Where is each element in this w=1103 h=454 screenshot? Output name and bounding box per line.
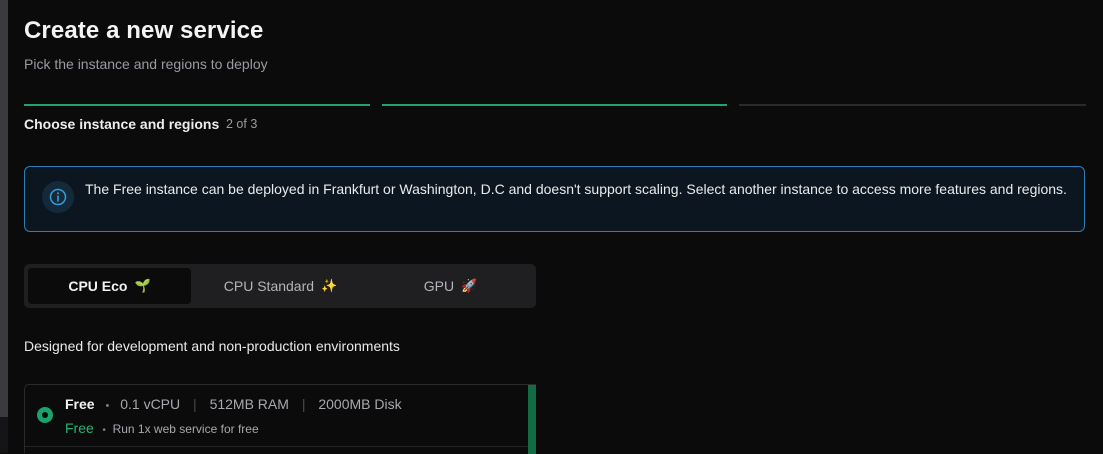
instance-type-tabs: CPU Eco 🌱 CPU Standard ✨ GPU 🚀 xyxy=(24,264,536,308)
page-subtitle: Pick the instance and regions to deploy xyxy=(24,56,268,72)
step-progress xyxy=(24,104,1086,107)
seedling-icon: 🌱 xyxy=(134,278,151,293)
plan-cpu: 0.1 vCPU xyxy=(120,396,181,412)
create-service-page: Create a new service Pick the instance a… xyxy=(24,0,1086,454)
page-title: Create a new service xyxy=(24,17,264,44)
plan-scroll-accent xyxy=(528,385,536,454)
tab-cpu-eco-label: CPU Eco xyxy=(68,278,128,294)
tab-cpu-standard[interactable]: CPU Standard ✨ xyxy=(199,268,362,304)
spec-divider: | xyxy=(301,396,306,412)
left-panel-edge-bottom xyxy=(0,417,8,453)
plan-option-free[interactable]: Free • 0.1 vCPU | 512MB RAM | 2000MB Dis… xyxy=(24,384,536,454)
step-count: 2 of 3 xyxy=(226,117,258,131)
card-divider xyxy=(25,446,528,447)
info-icon xyxy=(42,181,74,213)
plan-ram: 512MB RAM xyxy=(209,396,289,412)
step-heading: Choose instance and regions xyxy=(24,116,220,132)
bullet-separator: • xyxy=(102,425,106,436)
step-2-bar xyxy=(382,104,727,106)
plan-note: Run 1x web service for free xyxy=(112,422,259,436)
tab-cpu-eco[interactable]: CPU Eco 🌱 xyxy=(28,268,191,304)
category-description: Designed for development and non-product… xyxy=(24,338,400,354)
rocket-icon: 🚀 xyxy=(461,278,478,293)
plan-radio-selected[interactable] xyxy=(37,407,53,423)
bullet-separator: • xyxy=(105,400,110,412)
step-3-bar xyxy=(739,104,1086,106)
info-banner-text: The Free instance can be deployed in Fra… xyxy=(85,181,1067,197)
plan-pricing: Free • Run 1x web service for free xyxy=(65,420,259,436)
plan-name: Free xyxy=(65,396,95,412)
left-panel-edge xyxy=(0,0,8,417)
tab-gpu[interactable]: GPU 🚀 xyxy=(369,268,532,304)
sparkles-icon: ✨ xyxy=(321,278,338,293)
spec-divider: | xyxy=(193,396,197,412)
info-banner: The Free instance can be deployed in Fra… xyxy=(24,166,1085,232)
tab-gpu-label: GPU xyxy=(423,278,455,294)
plan-disk: 2000MB Disk xyxy=(318,396,402,412)
plan-specs: Free • 0.1 vCPU | 512MB RAM | 2000MB Dis… xyxy=(65,396,402,412)
tab-cpu-standard-label: CPU Standard xyxy=(223,278,315,294)
step-1-bar xyxy=(24,104,370,106)
plan-price: Free xyxy=(65,420,94,436)
